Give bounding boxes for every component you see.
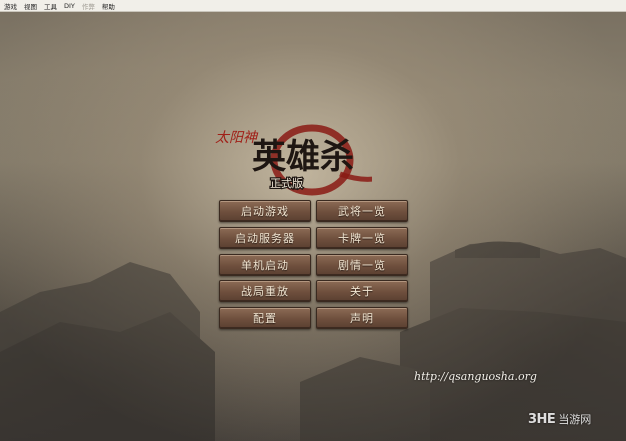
generals-list-button[interactable]: 武将一览 [316, 200, 408, 222]
watermark-site: 当游网 [558, 413, 592, 426]
watermark-brand: 3HE [528, 411, 556, 427]
config-button[interactable]: 配置 [219, 307, 311, 329]
logo-badge: 正式版 [270, 176, 303, 190]
menu-help[interactable]: 帮助 [102, 1, 115, 11]
logo-title: 英雄杀 [252, 137, 354, 177]
menu-diy[interactable]: DIY [64, 2, 75, 10]
start-game-button[interactable]: 启动游戏 [219, 200, 311, 222]
menu-game[interactable]: 游戏 [4, 1, 17, 11]
single-player-button[interactable]: 单机启动 [219, 254, 311, 276]
menu-view[interactable]: 视图 [24, 1, 37, 11]
scenarios-list-button[interactable]: 剧情一览 [316, 254, 408, 276]
start-server-button[interactable]: 启动服务器 [219, 227, 311, 249]
menu-tools[interactable]: 工具 [44, 1, 57, 11]
cards-list-button[interactable]: 卡牌一览 [316, 227, 408, 249]
about-button[interactable]: 关于 [316, 280, 408, 302]
menu-cheat: 作弊 [81, 2, 95, 11]
notice-button[interactable]: 声明 [316, 307, 408, 329]
replay-button[interactable]: 战局重放 [219, 280, 311, 302]
website-url[interactable]: http://qsanguosha.org [414, 370, 537, 383]
watermark: 3HE 当游网 [528, 411, 591, 427]
game-logo: 太阳神 英雄杀 正式版 [215, 124, 372, 196]
menu-bar: 游戏 视图 工具 DIY 作弊 帮助 [0, 0, 626, 12]
